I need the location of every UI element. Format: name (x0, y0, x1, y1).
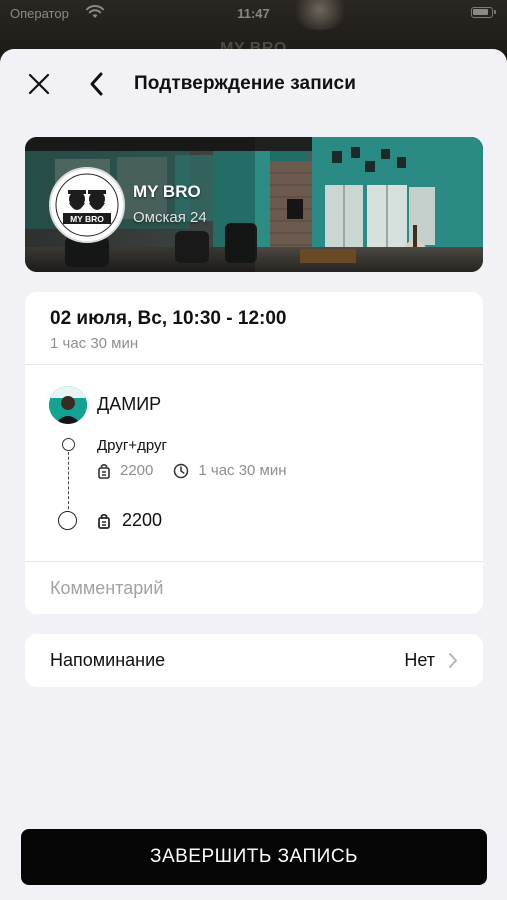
reminder-value: Нет (404, 650, 435, 670)
timeline-connector (68, 442, 69, 514)
divider (25, 364, 483, 365)
total-price-row: 2200 (97, 510, 162, 531)
service-duration: 1 час 30 мин (198, 462, 287, 479)
chevron-right-icon (449, 653, 457, 668)
salon-logo: MY BRO (49, 167, 125, 243)
total-price: 2200 (122, 510, 163, 530)
booking-confirmation-sheet: Подтверждение записи MY BRO MY BRO Омска… (0, 49, 507, 900)
master-name: ДАМИР (97, 394, 162, 414)
page-title: Подтверждение записи (134, 73, 356, 94)
nav-bar: Подтверждение записи (0, 49, 507, 117)
avatar (49, 386, 87, 424)
battery-icon (471, 7, 496, 18)
salon-address: Омская 24 (133, 209, 207, 226)
salon-banner: MY BRO MY BRO Омская 24 (25, 137, 483, 272)
service-name: Друг+друг (97, 437, 167, 454)
reminder-label: Напоминание (50, 650, 166, 670)
status-bar: Оператор 11:47 (0, 0, 507, 26)
booking-datetime: 02 июля, Вс, 10:30 - 12:00 (50, 308, 287, 329)
close-icon (28, 73, 50, 95)
reminder-row[interactable]: Напоминание Нет (25, 634, 483, 687)
booking-details-card: 02 июля, Вс, 10:30 - 12:00 1 час 30 мин … (25, 292, 483, 614)
back-button[interactable] (84, 69, 112, 99)
timeline-end-dot (58, 511, 77, 530)
clock-icon (174, 463, 189, 478)
booking-duration: 1 час 30 мин (50, 335, 139, 352)
master-photo-icon (49, 386, 87, 424)
service-meta: 2200 1 час 30 мин (97, 462, 287, 479)
clock-time: 11:47 (237, 6, 270, 21)
timeline-dot (62, 438, 75, 451)
salon-name: MY BRO (133, 182, 201, 201)
service-price: 2200 (120, 462, 154, 479)
barbershop-logo-icon: MY BRO (53, 171, 121, 239)
logo-text: MY BRO (70, 214, 104, 224)
chevron-left-icon (90, 72, 103, 96)
comment-input[interactable] (25, 562, 483, 614)
complete-booking-button[interactable]: ЗАВЕРШИТЬ ЗАПИСЬ (21, 829, 487, 885)
price-tag-icon (98, 513, 110, 529)
price-tag-icon (98, 463, 110, 479)
close-button[interactable] (24, 69, 54, 99)
